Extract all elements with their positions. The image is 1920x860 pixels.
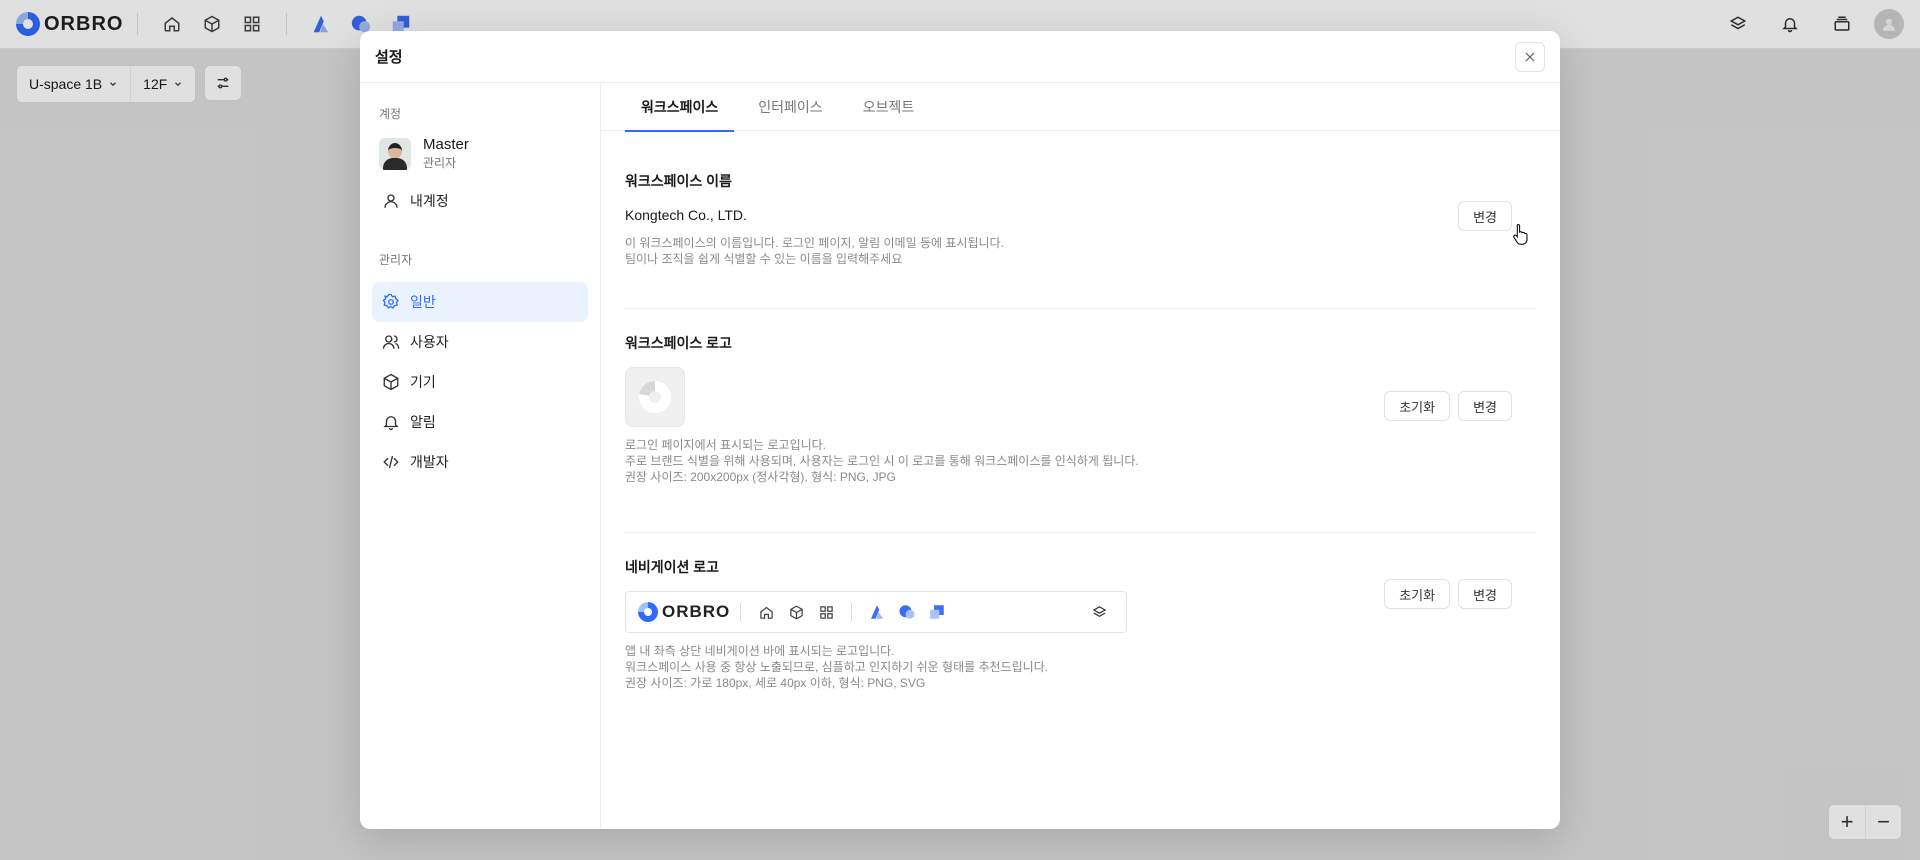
section-description: 주로 브랜드 식별을 위해 사용되며, 사용자는 로그인 시 이 로고를 통해 … xyxy=(625,454,1139,468)
section-description: 권장 사이즈: 200x200px (정사각형), 형식: PNG, JPG xyxy=(625,470,896,484)
tab-object[interactable]: 오브젝트 xyxy=(847,83,931,131)
sidebar-item-devices[interactable]: 기기 xyxy=(372,362,588,402)
sidebar-item-users[interactable]: 사용자 xyxy=(372,322,588,362)
sidebar-item-label: 개발자 xyxy=(410,454,449,470)
orbro-logo-icon xyxy=(639,381,671,413)
workspace-logo-section: 워크스페이스 로고 로그인 페이지에서 표시되는 로고입니다. 주로 브랜드 식… xyxy=(625,309,1536,533)
sidebar-item-developer[interactable]: 개발자 xyxy=(372,442,588,482)
settings-tabs: 워크스페이스 인터페이스 오브젝트 xyxy=(601,83,1560,132)
close-icon xyxy=(1525,52,1535,61)
sidebar-item-notifications[interactable]: 알림 xyxy=(372,402,588,442)
sidebar-item-label: 사용자 xyxy=(410,334,449,350)
grid-icon xyxy=(815,601,837,623)
workspace-logo-preview xyxy=(625,367,685,427)
app-c-icon xyxy=(926,601,948,623)
layers-icon xyxy=(1088,601,1110,623)
home-icon xyxy=(755,601,777,623)
gear-icon xyxy=(382,293,399,309)
nav-divider xyxy=(851,603,853,621)
nav-logo-section: 네비게이션 로고 ORBRO 앱 내 좌측 상단 네비게이션 바에 표시되는 로… xyxy=(625,533,1536,733)
sidebar-item-general[interactable]: 일반 xyxy=(372,282,588,322)
reset-logo-button[interactable]: 초기화 xyxy=(1384,391,1451,421)
brand-logo: ORBRO xyxy=(638,602,730,622)
account-section-label: 계정 xyxy=(379,107,402,121)
section-title: 워크스페이스 이름 xyxy=(625,173,732,189)
nav-logo-preview: ORBRO xyxy=(625,591,1127,633)
users-icon xyxy=(382,335,400,349)
sidebar-item-label: 기기 xyxy=(410,374,436,390)
modal-body: 계정 Master 관리자 내계정 관리자 일반 사용자 기기 알림 개발자 워… xyxy=(360,83,1560,829)
tab-workspace[interactable]: 워크스페이스 xyxy=(625,83,735,132)
nav-divider xyxy=(740,603,742,621)
section-title: 워크스페이스 로고 xyxy=(625,335,732,351)
section-description: 이 워크스페이스의 이름입니다. 로그인 페이지, 알림 이메일 등에 표시됩니… xyxy=(625,236,1004,250)
settings-sidebar: 계정 Master 관리자 내계정 관리자 일반 사용자 기기 알림 개발자 xyxy=(360,83,601,829)
section-description: 워크스페이스 사용 중 항상 노출되므로, 심플하고 인지하기 쉬운 형태를 추… xyxy=(625,660,1049,674)
sidebar-item-my-account[interactable]: 내계정 xyxy=(372,181,588,221)
app-a-icon xyxy=(866,601,888,623)
settings-modal: 설정 계정 Master 관리자 내계정 관리자 일반 사용자 기기 알림 개발… xyxy=(360,31,1560,829)
bell-icon xyxy=(383,416,399,431)
modal-title: 설정 xyxy=(375,49,403,66)
section-description: 로그인 페이지에서 표시되는 로고입니다. xyxy=(625,438,827,452)
workspace-name-actions: 변경 xyxy=(1458,201,1512,231)
change-nav-logo-button[interactable]: 변경 xyxy=(1458,579,1512,609)
profile-card[interactable]: Master 관리자 xyxy=(372,136,588,171)
modal-header: 설정 xyxy=(360,31,1560,83)
section-title: 네비게이션 로고 xyxy=(625,559,720,575)
profile-role: 관리자 xyxy=(423,156,457,170)
cube-icon xyxy=(785,601,807,623)
sidebar-item-label: 일반 xyxy=(410,294,436,310)
code-icon xyxy=(383,455,399,469)
section-description: 팀이나 조직을 쉽게 식별할 수 있는 이름을 입력해주세요 xyxy=(625,252,903,266)
change-logo-button[interactable]: 변경 xyxy=(1458,391,1512,421)
sidebar-item-label: 알림 xyxy=(410,414,436,430)
cube-icon xyxy=(383,373,399,391)
sidebar-item-label: 내계정 xyxy=(410,193,449,209)
workspace-name-value: Kongtech Co., LTD. xyxy=(625,207,747,223)
avatar xyxy=(379,137,411,170)
close-button[interactable] xyxy=(1515,41,1545,72)
reset-nav-logo-button[interactable]: 초기화 xyxy=(1384,579,1451,609)
section-description: 권장 사이즈: 가로 180px, 세로 40px 이하, 형식: PNG, S… xyxy=(625,676,926,690)
profile-name: Master xyxy=(423,136,469,153)
section-description: 앱 내 좌측 상단 네비게이션 바에 표시되는 로고입니다. xyxy=(625,644,895,658)
brand-name: ORBRO xyxy=(662,602,731,621)
pointer-cursor-icon xyxy=(1512,223,1530,250)
orbro-logo-icon xyxy=(638,602,658,622)
nav-logo-actions: 초기화 변경 xyxy=(1384,579,1512,609)
change-name-button[interactable]: 변경 xyxy=(1458,201,1512,231)
workspace-name-section: 워크스페이스 이름 Kongtech Co., LTD. 이 워크스페이스의 이… xyxy=(625,131,1536,309)
workspace-logo-actions: 초기화 변경 xyxy=(1384,391,1512,421)
admin-section-label: 관리자 xyxy=(379,253,413,267)
app-b-icon xyxy=(896,601,918,623)
settings-content: 워크스페이스 인터페이스 오브젝트 워크스페이스 이름 Kongtech Co.… xyxy=(601,83,1560,829)
tab-interface[interactable]: 인터페이스 xyxy=(742,83,838,131)
user-icon xyxy=(384,194,398,208)
